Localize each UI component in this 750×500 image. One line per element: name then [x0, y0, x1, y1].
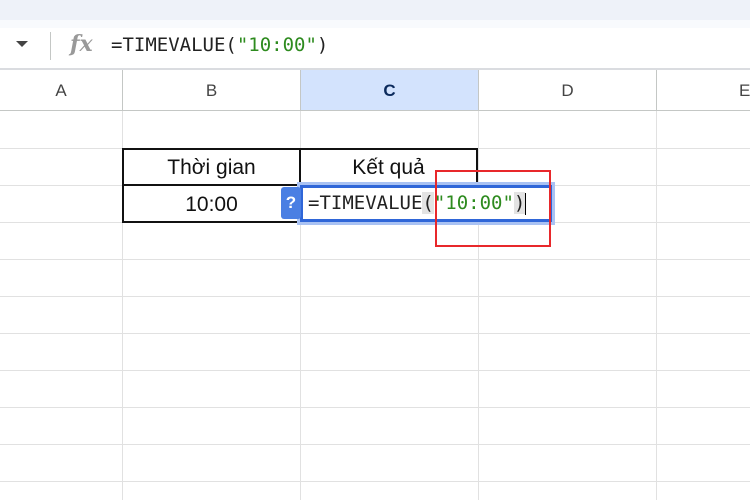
fx-icon: fx: [70, 31, 93, 57]
column-header-e[interactable]: E: [657, 70, 750, 111]
grid-line: [0, 333, 750, 334]
editor-open-paren: (: [422, 192, 434, 214]
formula-input[interactable]: =TIMEVALUE("10:00"): [111, 34, 328, 56]
editor-function: =TIMEVALUE: [308, 192, 423, 214]
toolbar-strip: [0, 20, 750, 28]
cell-b3[interactable]: 10:00: [122, 184, 301, 223]
column-header-b[interactable]: B: [123, 70, 301, 111]
grid-line: [0, 444, 750, 445]
column-header-a[interactable]: A: [0, 70, 123, 111]
formula-suffix: ): [316, 34, 329, 56]
formula-prefix: =TIMEVALUE(: [111, 34, 237, 56]
grid-line: [0, 259, 750, 260]
grid-line: [0, 296, 750, 297]
browser-bar: [0, 0, 750, 20]
grid-line: [656, 111, 657, 500]
column-header-d[interactable]: D: [479, 70, 657, 111]
grid-line: [0, 481, 750, 482]
grid-line: [0, 222, 750, 223]
name-box-dropdown-icon[interactable]: [16, 41, 28, 47]
grid-line: [0, 407, 750, 408]
cell-b2[interactable]: Thời gian: [122, 148, 301, 186]
formula-string: "10:00": [236, 34, 317, 56]
column-header-c[interactable]: C: [301, 70, 479, 111]
divider: [50, 32, 51, 60]
grid-line: [0, 370, 750, 371]
formula-help-button[interactable]: ?: [281, 187, 301, 219]
highlight-box: [435, 170, 551, 247]
formula-bar: fx =TIMEVALUE("10:00"): [0, 28, 750, 70]
